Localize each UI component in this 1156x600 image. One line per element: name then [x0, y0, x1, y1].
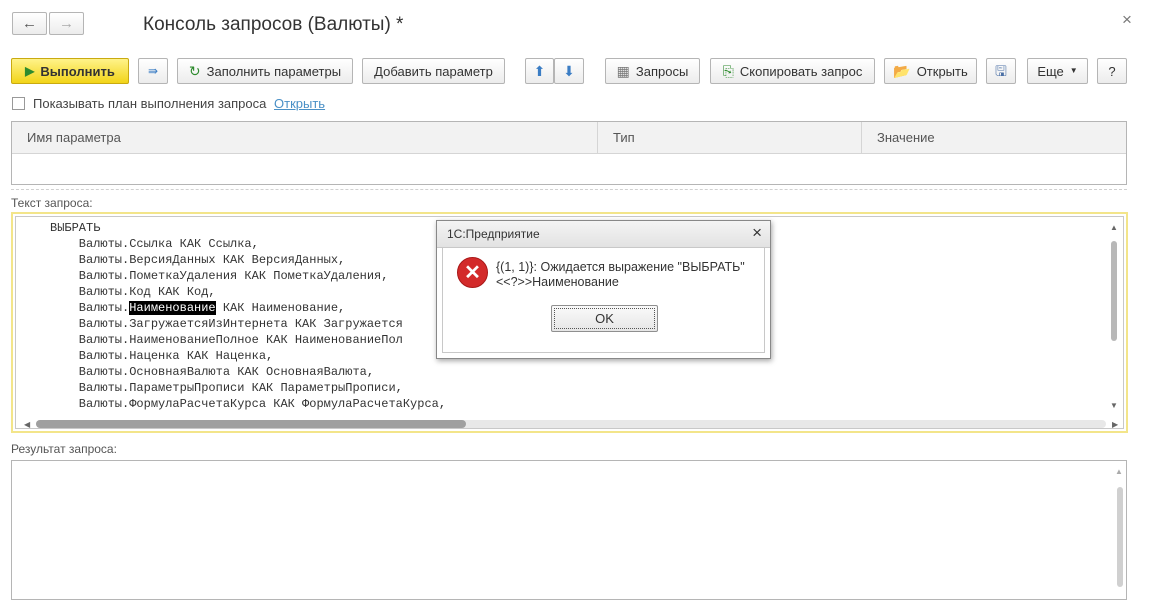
code-line: ВЫБРАТЬ	[50, 221, 101, 235]
horizontal-scroll-thumb[interactable]	[36, 420, 466, 428]
arrow-up-icon: ⬆	[533, 63, 546, 79]
scroll-up-icon[interactable]: ▲	[1110, 223, 1118, 232]
column-header-value[interactable]: Значение	[862, 122, 1126, 153]
result-scroll-thumb[interactable]	[1117, 487, 1123, 587]
move-down-button[interactable]: ⬇	[554, 58, 584, 84]
dialog-body: ✕ {(1, 1)}: Ожидается выражение "ВЫБРАТЬ…	[442, 247, 765, 353]
step-button[interactable]: ⇛	[138, 58, 168, 84]
error-message: {(1, 1)}: Ожидается выражение "ВЫБРАТЬ" <…	[496, 260, 745, 289]
code-line: Валюты.Код КАК Код,	[50, 285, 216, 299]
run-button-label: Выполнить	[40, 63, 115, 79]
copy-query-label: Скопировать запрос	[739, 63, 863, 79]
scroll-right-icon[interactable]: ▶	[1112, 420, 1118, 429]
play-icon: ▶	[25, 64, 35, 78]
vertical-scroll-thumb[interactable]	[1111, 241, 1117, 341]
code-line: Валюты.Ссылка КАК Ссылка,	[50, 237, 259, 251]
step-forward-icon: ⇛	[147, 64, 159, 78]
window-close-icon[interactable]: ×	[1122, 10, 1132, 30]
arrow-right-icon: →	[59, 15, 74, 32]
code-line: Валюты.Наценка КАК Наценка,	[50, 349, 274, 363]
show-plan-checkbox[interactable]	[12, 97, 25, 110]
save-button[interactable]: 🖫	[986, 58, 1016, 84]
result-area[interactable]: ▲	[11, 460, 1127, 600]
more-button[interactable]: Еще ▼	[1027, 58, 1088, 84]
code-line: Валюты.ЗагружаетсяИзИнтернета КАК Загруж…	[50, 317, 403, 331]
code-line: Валюты.Наименование КАК Наименование,	[50, 301, 346, 315]
dialog-title: 1С:Предприятие	[447, 227, 540, 241]
open-label: Открыть	[916, 63, 968, 79]
copy-query-button[interactable]: ⎘ Скопировать запрос	[710, 58, 875, 84]
help-button[interactable]: ?	[1097, 58, 1127, 84]
query-text-label: Текст запроса:	[11, 196, 93, 210]
add-param-button[interactable]: Добавить параметр	[362, 58, 505, 84]
folder-open-icon: 📂	[893, 63, 911, 79]
arrow-down-icon: ⬇	[563, 63, 575, 79]
result-scroll-up-icon[interactable]: ▲	[1115, 467, 1123, 476]
help-label: ?	[1108, 63, 1116, 79]
code-line: Валюты.ОсновнаяВалюта КАК ОсновнаяВалюта…	[50, 365, 375, 379]
error-dialog: 1С:Предприятие × ✕ {(1, 1)}: Ожидается в…	[436, 220, 771, 359]
queries-label: Запросы	[635, 63, 689, 79]
move-up-button[interactable]: ⬆	[525, 58, 554, 84]
column-header-name[interactable]: Имя параметра	[12, 122, 597, 153]
fill-params-button[interactable]: ↻ Заполнить параметры	[177, 58, 353, 84]
code-line: Валюты.ФормулаРасчетаКурса КАК ФормулаРа…	[50, 397, 447, 411]
dialog-close-icon[interactable]: ×	[752, 223, 762, 243]
result-label: Результат запроса:	[11, 442, 117, 456]
splitter[interactable]	[11, 189, 1127, 190]
arrow-left-icon: ←	[22, 15, 37, 32]
code-line: Валюты.ВерсияДанных КАК ВерсияДанных,	[50, 253, 346, 267]
window-title: Консоль запросов (Валюты) *	[143, 14, 404, 35]
horizontal-scrollbar[interactable]	[36, 420, 1106, 428]
chevron-down-icon: ▼	[1069, 66, 1078, 75]
show-plan-label: Показывать план выполнения запроса	[33, 96, 267, 111]
selected-text: Наименование	[129, 301, 216, 315]
query-code[interactable]: ВЫБРАТЬ Валюты.Ссылка КАК Ссылка, Валюты…	[50, 220, 446, 412]
copy-icon: ⎘	[722, 63, 734, 79]
queries-button[interactable]: ▦ Запросы	[605, 58, 700, 84]
scroll-left-icon[interactable]: ◀	[24, 420, 30, 429]
run-button[interactable]: ▶ Выполнить	[11, 58, 129, 84]
fill-params-label: Заполнить параметры	[206, 63, 342, 79]
code-line: Валюты.ПометкаУдаления КАК ПометкаУдален…	[50, 269, 389, 283]
params-table-header: Имя параметра Тип Значение	[12, 122, 1126, 154]
table-icon: ▦	[616, 63, 630, 79]
forward-button[interactable]: →	[49, 12, 84, 35]
add-param-label: Добавить параметр	[374, 63, 493, 79]
ok-button[interactable]: OK	[551, 305, 658, 332]
column-header-type[interactable]: Тип	[598, 122, 861, 153]
code-line: Валюты.НаименованиеПолное КАК Наименован…	[50, 333, 403, 347]
error-icon: ✕	[457, 257, 488, 288]
code-line: Валюты.ПараметрыПрописи КАК ПараметрыПро…	[50, 381, 403, 395]
scroll-down-icon[interactable]: ▼	[1110, 401, 1118, 410]
save-icon: 🖫	[995, 63, 1007, 79]
dialog-header: 1С:Предприятие ×	[437, 221, 770, 248]
params-table[interactable]: Имя параметра Тип Значение	[11, 121, 1127, 185]
vertical-scrollbar[interactable]: ▲ ▼	[1109, 223, 1119, 413]
open-button[interactable]: 📂 Открыть	[884, 58, 977, 84]
more-label: Еще	[1037, 63, 1064, 79]
refresh-icon: ↻	[188, 63, 201, 79]
open-plan-link[interactable]: Открыть	[274, 96, 325, 111]
back-button[interactable]: ←	[12, 12, 47, 35]
